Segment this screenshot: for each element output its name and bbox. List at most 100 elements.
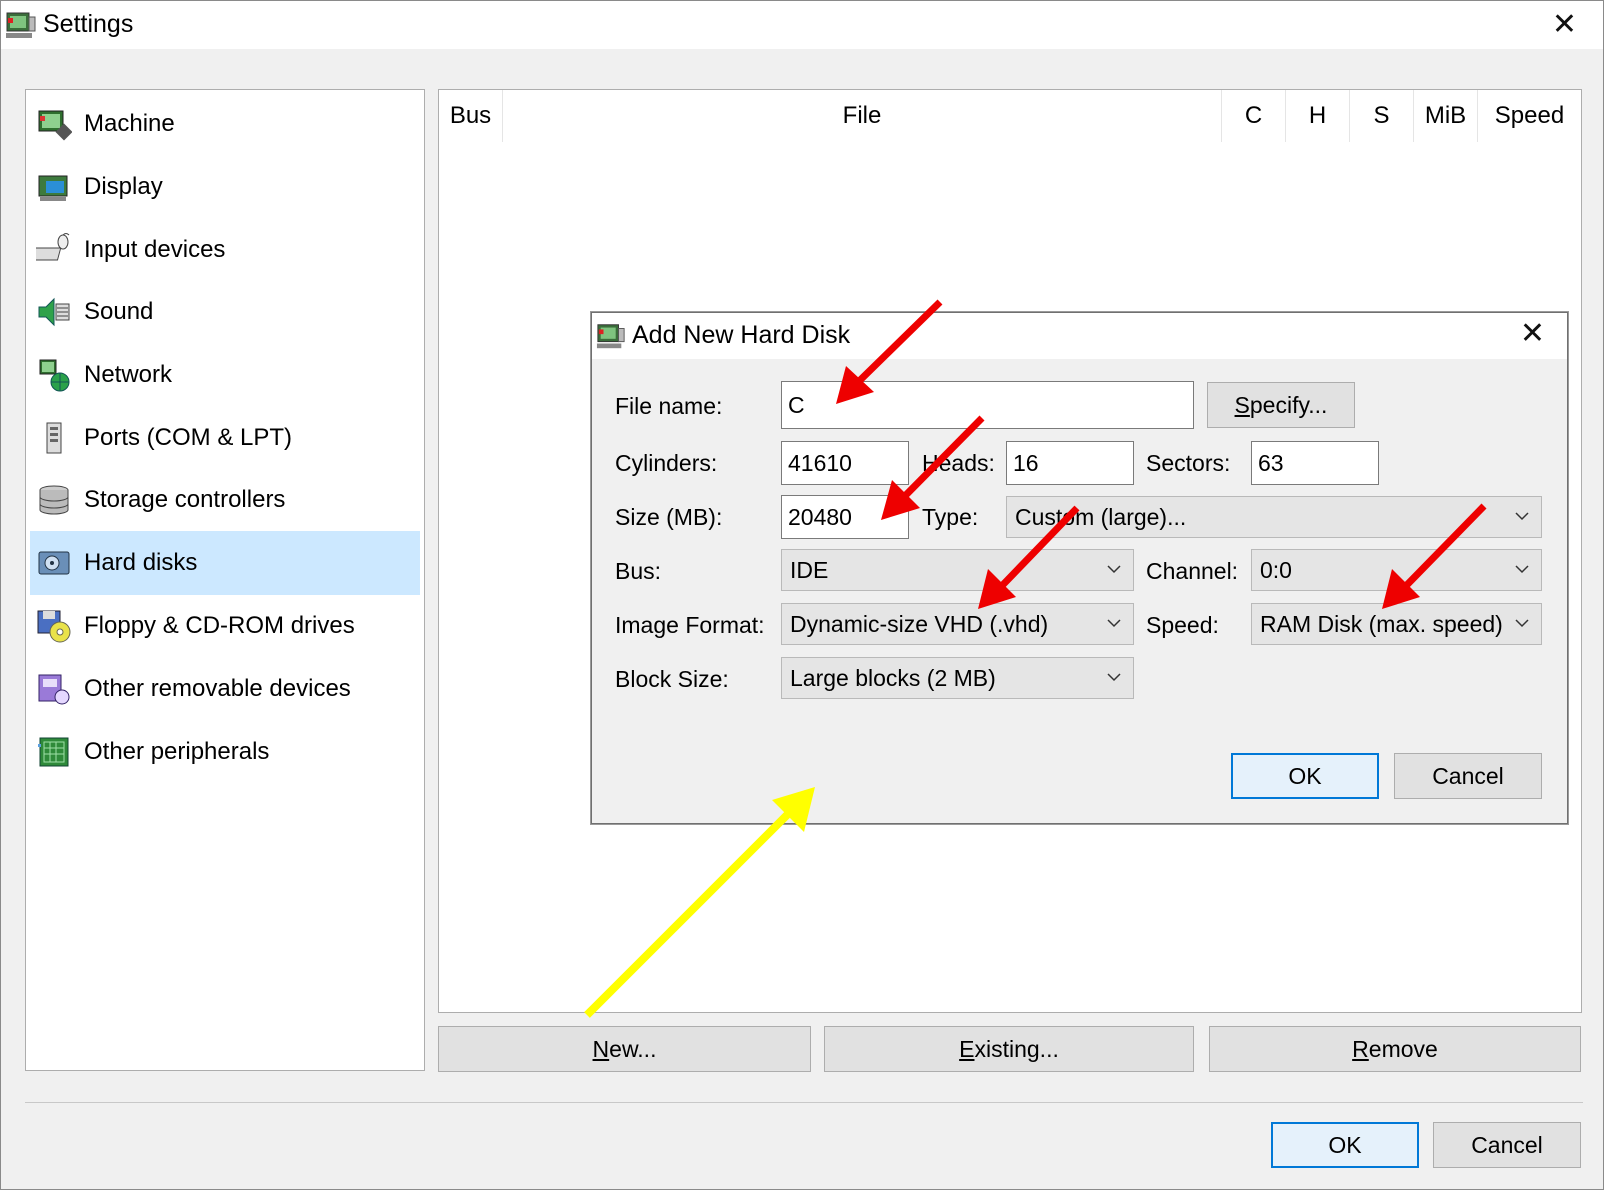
sidebar-item-label: Storage controllers [84, 486, 286, 513]
app-icon [596, 324, 625, 349]
bus-select[interactable]: IDE [781, 549, 1134, 591]
sidebar-item-label: Other removable devices [84, 675, 351, 702]
sidebar-item-label: Display [84, 173, 163, 200]
list-header: Bus File C H S MiB Speed [439, 90, 1581, 142]
button-label: xisting... [974, 1035, 1059, 1062]
new-disk-button[interactable]: New... [438, 1026, 811, 1072]
display-icon [38, 175, 68, 201]
type-select-value: Custom (large)... [1015, 503, 1187, 530]
network-icon [39, 359, 70, 392]
column-header-file[interactable]: File [503, 90, 1222, 142]
heads-label: Heads: [922, 450, 995, 476]
column-header-bus[interactable]: Bus [439, 90, 503, 142]
speed-label: Speed: [1146, 612, 1219, 638]
bus-label: Bus: [615, 558, 662, 584]
footer-divider [25, 1102, 1583, 1103]
image-format-select-value: Dynamic-size VHD (.vhd) [790, 610, 1049, 637]
sidebar-item-network[interactable]: Network [30, 343, 420, 407]
input-devices-icon [36, 233, 70, 261]
mnemonic: S [1234, 391, 1250, 418]
storage-controllers-icon [39, 485, 69, 515]
channel-select-value: 0:0 [1260, 556, 1292, 583]
peripherals-icon [38, 737, 69, 767]
settings-cancel-button[interactable]: Cancel [1433, 1122, 1581, 1168]
sidebar-item-ports[interactable]: Ports (COM & LPT) [30, 406, 420, 470]
column-header-mib[interactable]: MiB [1414, 90, 1478, 142]
sidebar-item-label: Network [84, 361, 173, 388]
add-new-hard-disk-dialog: Add New Hard Disk ✕ File name: C Specify… [591, 312, 1568, 824]
button-label: ew... [609, 1035, 657, 1062]
dialog-ok-button[interactable]: OK [1231, 753, 1379, 799]
settings-category-list: Machine Display Input devices Sound Netw… [25, 89, 425, 1071]
chevron-down-icon [1107, 565, 1121, 574]
hard-disks-icon [38, 551, 70, 575]
sidebar-item-sound[interactable]: Sound [30, 280, 420, 344]
chevron-down-icon [1515, 565, 1529, 574]
dialog-cancel-button[interactable]: Cancel [1394, 753, 1542, 799]
sound-icon [38, 297, 70, 327]
sidebar-item-hard-disks[interactable]: Hard disks [30, 531, 420, 595]
close-icon[interactable]: ✕ [1520, 319, 1545, 349]
existing-disk-button[interactable]: Existing... [824, 1026, 1194, 1072]
column-header-c[interactable]: C [1222, 90, 1286, 142]
speed-select-value: RAM Disk (max. speed) [1260, 610, 1503, 637]
removable-devices-icon [38, 674, 70, 705]
mnemonic: N [592, 1035, 610, 1062]
type-select[interactable]: Custom (large)... [1006, 496, 1542, 538]
image-format-select[interactable]: Dynamic-size VHD (.vhd) [781, 603, 1134, 645]
chevron-down-icon [1107, 673, 1121, 682]
heads-input[interactable]: 16 [1006, 441, 1134, 485]
column-header-h[interactable]: H [1286, 90, 1350, 142]
sidebar-item-label: Machine [84, 110, 175, 137]
mnemonic: E [959, 1035, 975, 1062]
sidebar-item-storage-controllers[interactable]: Storage controllers [30, 468, 420, 532]
column-header-s[interactable]: S [1350, 90, 1414, 142]
close-icon[interactable]: ✕ [1552, 10, 1577, 40]
sidebar-item-floppy-cdrom[interactable]: Floppy & CD-ROM drives [30, 594, 420, 658]
title-bar: Settings ✕ [1, 1, 1603, 49]
sidebar-item-display[interactable]: Display [30, 155, 420, 219]
type-label: Type: [922, 504, 979, 530]
sidebar-item-label: Other peripherals [84, 738, 270, 765]
bus-select-value: IDE [790, 556, 829, 583]
channel-label: Channel: [1146, 558, 1239, 584]
remove-disk-button[interactable]: Remove [1209, 1026, 1581, 1072]
speed-select[interactable]: RAM Disk (max. speed) [1251, 603, 1542, 645]
dialog-title: Add New Hard Disk [632, 321, 851, 349]
sidebar-item-label: Ports (COM & LPT) [84, 424, 293, 451]
image-format-label: Image Format: [615, 612, 765, 638]
sidebar-item-label: Input devices [84, 236, 226, 263]
block-size-label: Block Size: [615, 666, 729, 692]
size-label: Size (MB): [615, 504, 723, 530]
sidebar-item-label: Hard disks [84, 549, 198, 576]
sidebar-item-label: Floppy & CD-ROM drives [84, 612, 355, 639]
specify-button[interactable]: Specify... [1207, 382, 1355, 428]
ports-icon [46, 422, 62, 454]
column-header-speed[interactable]: Speed [1478, 90, 1581, 142]
block-size-select-value: Large blocks (2 MB) [790, 664, 996, 691]
button-label: emove [1368, 1035, 1438, 1062]
window-title: Settings [43, 10, 134, 38]
sidebar-item-input-devices[interactable]: Input devices [30, 218, 420, 282]
button-label: pecify... [1249, 391, 1328, 418]
size-input[interactable]: 20480 [781, 495, 909, 539]
sectors-label: Sectors: [1146, 450, 1231, 476]
sectors-input[interactable]: 63 [1251, 441, 1379, 485]
block-size-select[interactable]: Large blocks (2 MB) [781, 657, 1134, 699]
channel-select[interactable]: 0:0 [1251, 549, 1542, 591]
cylinders-label: Cylinders: [615, 450, 718, 476]
cylinders-input[interactable]: 41610 [781, 441, 909, 485]
chevron-down-icon [1515, 619, 1529, 628]
sidebar-item-other-peripherals[interactable]: Other peripherals [30, 720, 420, 784]
sidebar-item-machine[interactable]: Machine [30, 92, 420, 156]
machine-icon [38, 110, 72, 141]
sidebar-item-removable-devices[interactable]: Other removable devices [30, 657, 420, 721]
sidebar-item-label: Sound [84, 298, 154, 325]
chevron-down-icon [1107, 619, 1121, 628]
floppy-cdrom-icon [37, 610, 71, 643]
chevron-down-icon [1515, 512, 1529, 521]
app-icon [6, 12, 36, 38]
file-name-label: File name: [615, 393, 723, 419]
file-name-input[interactable]: C [781, 381, 1194, 429]
settings-ok-button[interactable]: OK [1271, 1122, 1419, 1168]
